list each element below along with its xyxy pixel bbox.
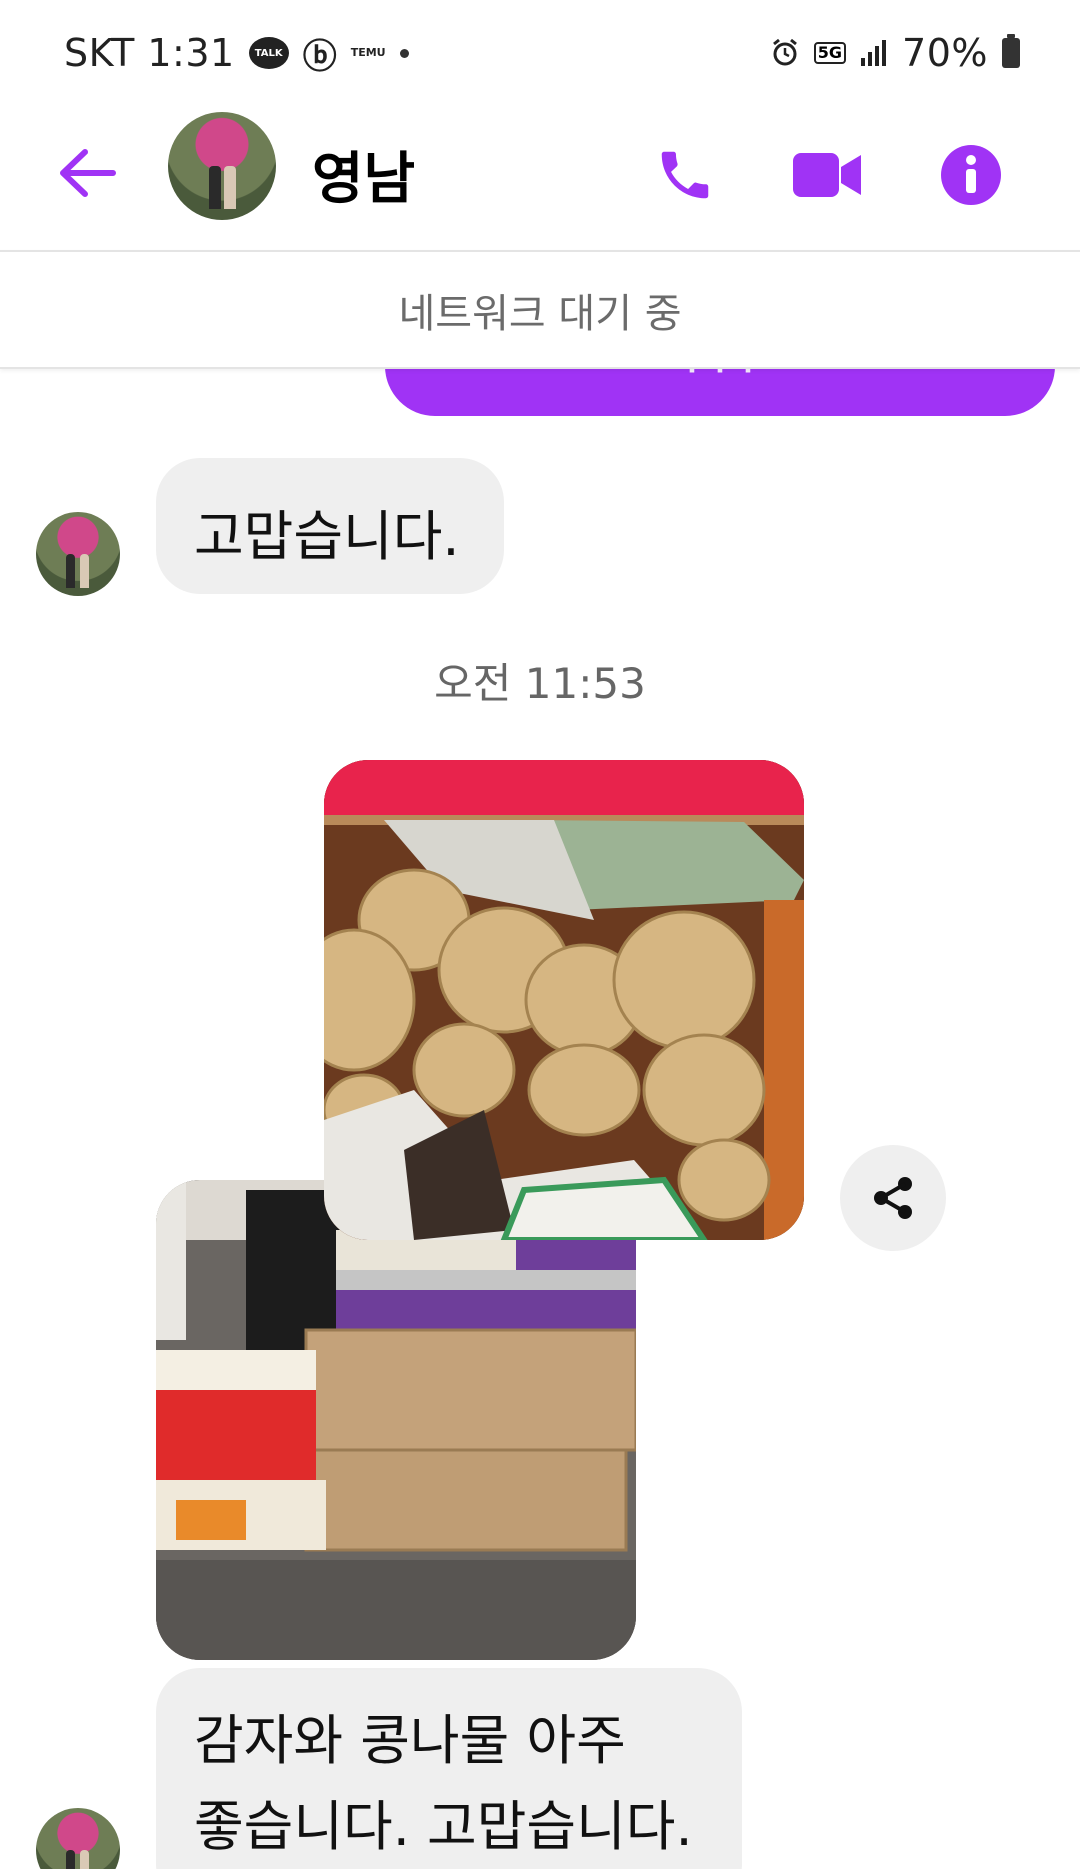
received-message-bubble[interactable]: 감자와 콩나물 아주 좋습니다. 고맙습니다. <box>156 1668 742 1869</box>
network-type-icon: 5G <box>813 42 847 64</box>
contact-avatar[interactable] <box>168 112 276 220</box>
potatoes-image <box>324 760 804 1240</box>
back-button[interactable] <box>52 138 122 208</box>
avatar-figure <box>66 1850 76 1869</box>
share-icon <box>874 1177 912 1219</box>
chat-header: 영남 <box>0 100 1080 250</box>
received-message-bubble[interactable]: 고맙습니다. <box>156 458 504 594</box>
more-notifications-dot-icon <box>399 48 409 58</box>
battery-percent: 70% <box>902 31 988 75</box>
avatar-figure <box>66 554 76 588</box>
network-status-banner: 네트워크 대기 중 <box>0 250 1080 369</box>
battery-icon <box>1002 34 1020 68</box>
kakaotalk-icon: TALK <box>248 37 289 69</box>
call-button[interactable] <box>640 130 730 220</box>
avatar-figure <box>79 1850 89 1869</box>
arrow-left-icon <box>60 149 116 197</box>
alarm-icon <box>772 38 797 66</box>
message-timestamp: 오전 11:53 <box>434 659 646 708</box>
photo-potatoes[interactable] <box>324 760 804 1240</box>
sender-avatar[interactable] <box>36 1808 120 1869</box>
info-icon <box>941 145 1001 205</box>
status-left: SKT 1:31 TALK ⓑ TEMU <box>64 28 409 78</box>
network-status-text: 네트워크 대기 중 <box>398 290 682 337</box>
info-button[interactable] <box>926 130 1016 220</box>
b-app-icon: ⓑ <box>302 36 337 77</box>
received-message-text: 고맙습니다. <box>194 505 460 568</box>
received-message-line: 감자와 콩나물 아주 <box>194 1709 626 1772</box>
status-right: 5G 70% <box>770 28 1020 78</box>
message-list[interactable]: · · · 고맙습니다. 오전 11:53 감자와 콩나물 아주 좋습니다. 고… <box>0 250 1080 1869</box>
video-call-button[interactable] <box>783 130 873 220</box>
avatar-figure <box>209 166 221 210</box>
temu-icon: TEMU <box>350 46 386 59</box>
status-bar: SKT 1:31 TALK ⓑ TEMU 5G 70% <box>0 0 1080 100</box>
share-button[interactable] <box>840 1145 946 1251</box>
carrier-time: SKT 1:31 <box>64 31 235 75</box>
received-message-line: 좋습니다. 고맙습니다. <box>194 1795 693 1858</box>
photo-boxes[interactable] <box>156 1180 636 1660</box>
phone-icon <box>661 151 709 199</box>
video-camera-icon <box>793 153 861 197</box>
boxes-image <box>156 1180 636 1660</box>
sender-avatar[interactable] <box>36 512 120 596</box>
avatar-figure <box>79 554 89 588</box>
contact-name[interactable]: 영남 <box>312 134 415 215</box>
avatar-figure <box>224 166 237 210</box>
signal-icon <box>861 40 887 66</box>
